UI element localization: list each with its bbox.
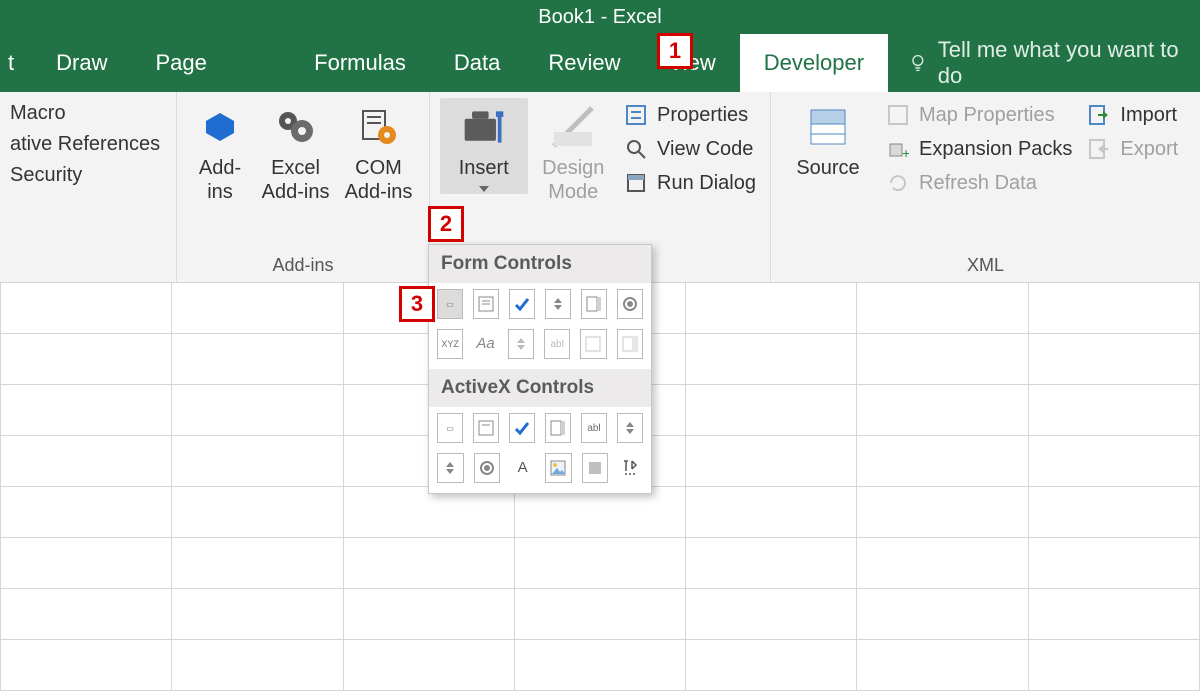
activex-scrollbar-control[interactable] [617,413,643,443]
tell-me[interactable]: Tell me what you want to do [888,34,1200,92]
group-label-code [0,251,176,282]
com-addins-button[interactable]: COM Add-ins [338,98,419,206]
tab-draw[interactable]: Draw [32,34,131,92]
activex-combo-control[interactable] [473,413,499,443]
insert-controls-button[interactable]: Insert [440,98,528,194]
form-groupbox-control[interactable]: XYZ [437,329,463,359]
activex-more-controls[interactable] [618,453,643,481]
tab-data[interactable]: Data [430,34,524,92]
form-listbox-control[interactable] [581,289,607,319]
map-properties-icon [885,102,911,128]
svg-text:+: + [902,145,909,160]
form-label-control[interactable]: Aa [473,329,497,357]
form-dropdown-edit-control[interactable] [617,329,643,359]
form-button-control[interactable]: ▭ [437,289,463,319]
xml-export-button[interactable]: Export [1086,136,1178,162]
activex-textbox-control[interactable]: abl [581,413,607,443]
relative-references-button[interactable]: ative References [10,133,160,156]
callout-3: 3 [399,286,435,322]
form-textfield-control[interactable]: abl [544,329,570,359]
activex-listbox-control[interactable] [545,413,571,443]
chevron-down-icon [479,186,489,192]
refresh-icon [885,170,911,196]
properties-icon [623,102,649,128]
activex-label-control[interactable]: A [510,453,535,481]
title-bar: Book1 - Excel [0,0,1200,34]
form-scrollbar-control[interactable] [508,329,534,359]
com-addins-icon [356,104,402,150]
form-spin-control[interactable] [545,289,571,319]
view-code-icon [623,136,649,162]
export-icon [1086,136,1112,162]
lightbulb-icon [908,52,928,74]
ribbon-tabs: t Draw Page Layout Formulas Data Review … [0,34,1200,92]
form-checkbox-control[interactable] [509,289,535,319]
app-title: Book1 - Excel [538,6,661,28]
tab-page-layout[interactable]: Page Layout [131,34,290,92]
toolbox-icon [461,104,507,150]
callout-1: 1 [657,33,693,69]
activex-button-control[interactable]: ▭ [437,413,463,443]
addins-button[interactable]: Add- ins [187,98,253,206]
run-dialog-button[interactable]: Run Dialog [623,170,756,196]
excel-addins-button[interactable]: Excel Add-ins [255,98,336,206]
tab-formulas[interactable]: Formulas [290,34,430,92]
import-icon [1086,102,1112,128]
form-option-control[interactable] [617,289,643,319]
activex-checkbox-control[interactable] [509,413,535,443]
expansion-packs-button[interactable]: + Expansion Packs [885,136,1072,162]
form-combo-list-control[interactable] [580,329,606,359]
group-label-xml: XML [771,251,1200,282]
refresh-data-button[interactable]: Refresh Data [885,170,1072,196]
callout-2: 2 [428,206,464,242]
activex-controls-header: ActiveX Controls [429,369,651,407]
activex-toggle-control[interactable] [582,453,609,483]
group-label-addins: Add-ins [177,251,429,282]
insert-controls-dropdown: Form Controls ▭ XYZ Aa abl ActiveX Contr… [428,244,652,494]
xml-source-button[interactable]: Source [781,98,875,182]
record-macro-button[interactable]: Macro [10,102,160,125]
form-combo-control[interactable] [473,289,499,319]
activex-option-control[interactable] [474,453,501,483]
run-dialog-icon [623,170,649,196]
gear-icon [273,104,319,150]
tab-developer[interactable]: Developer [740,34,888,92]
macro-security-button[interactable]: Security [10,164,160,187]
activex-spin-control[interactable] [437,453,464,483]
properties-button[interactable]: Properties [623,102,756,128]
activex-image-control[interactable] [545,453,572,483]
xml-import-button[interactable]: Import [1086,102,1178,128]
tab-review[interactable]: Review [524,34,644,92]
view-code-button[interactable]: View Code [623,136,756,162]
expansion-packs-icon: + [885,136,911,162]
design-mode-icon [550,104,596,150]
form-controls-header: Form Controls [429,245,651,283]
addins-icon [197,104,243,150]
xml-source-icon [805,104,851,150]
tell-me-label: Tell me what you want to do [938,37,1180,89]
map-properties-button[interactable]: Map Properties [885,102,1072,128]
design-mode-button[interactable]: Design Mode [530,98,618,206]
tab-partial[interactable]: t [0,34,32,92]
ribbon: Macro ative References Security Add- ins… [0,92,1200,283]
